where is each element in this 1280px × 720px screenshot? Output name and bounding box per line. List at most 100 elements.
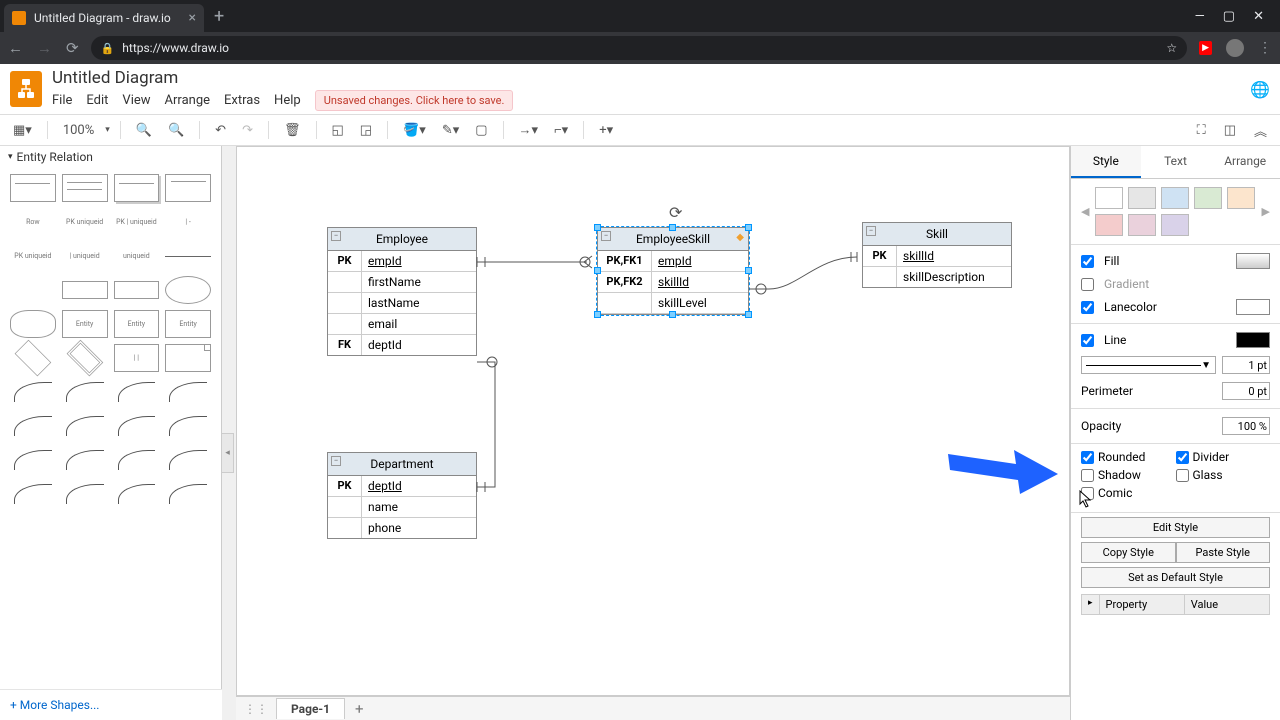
format-panel-icon[interactable]: ◫ xyxy=(1219,118,1241,143)
add-page-button[interactable]: + xyxy=(345,700,374,718)
close-window-icon[interactable]: ✕ xyxy=(1253,9,1264,24)
minimize-icon[interactable]: — xyxy=(1195,9,1205,24)
app-logo-icon[interactable] xyxy=(10,71,42,107)
shape-relation1[interactable] xyxy=(15,340,52,377)
document-title[interactable]: Untitled Diagram xyxy=(52,68,513,88)
page-drag-icon[interactable]: ⋮⋮ xyxy=(236,702,276,716)
shape-table[interactable] xyxy=(10,174,56,202)
color-swatch[interactable] xyxy=(1161,187,1189,209)
profile-avatar[interactable] xyxy=(1226,39,1244,57)
resize-handle[interactable] xyxy=(745,267,752,274)
shape-note[interactable] xyxy=(165,344,211,372)
fullscreen-icon[interactable]: ⛶ xyxy=(1192,118,1211,143)
shape-row5[interactable]: PK uniqueid xyxy=(10,242,56,270)
new-tab-button[interactable]: + xyxy=(214,6,224,27)
collapse-icon[interactable]: − xyxy=(866,226,876,236)
comic-checkbox[interactable] xyxy=(1081,487,1094,500)
shape-empty1[interactable] xyxy=(10,276,56,304)
browser-tab[interactable]: Untitled Diagram - draw.io × xyxy=(4,4,204,32)
menu-edit[interactable]: Edit xyxy=(86,93,108,108)
more-shapes-button[interactable]: + More Shapes... xyxy=(0,689,222,720)
reload-icon[interactable]: ⟳ xyxy=(66,39,79,57)
shape-header-blue[interactable] xyxy=(114,281,160,299)
to-front-icon[interactable]: ◱ xyxy=(327,120,349,141)
shape-conn7[interactable] xyxy=(114,412,160,440)
line-checkbox[interactable] xyxy=(1081,334,1094,347)
url-bar[interactable]: 🔒 https://www.draw.io ☆ xyxy=(91,36,1188,60)
browser-menu-icon[interactable]: ⋮ xyxy=(1258,40,1272,56)
set-default-style-button[interactable]: Set as Default Style xyxy=(1081,567,1270,588)
color-swatch[interactable] xyxy=(1194,187,1222,209)
unsaved-warning[interactable]: Unsaved changes. Click here to save. xyxy=(315,90,514,111)
shape-conn10[interactable] xyxy=(62,446,108,474)
collapse-icon[interactable]: − xyxy=(601,231,611,241)
line-width-input[interactable] xyxy=(1222,356,1270,374)
shape-header[interactable] xyxy=(62,281,108,299)
shape-row6[interactable]: | uniqueid xyxy=(62,242,108,270)
fill-checkbox[interactable] xyxy=(1081,255,1094,268)
resize-handle[interactable] xyxy=(669,224,676,231)
shape-entity1[interactable]: Entity xyxy=(62,310,108,338)
tab-text[interactable]: Text xyxy=(1141,146,1211,178)
resize-handle[interactable] xyxy=(669,311,676,318)
shape-entity3[interactable]: Entity xyxy=(165,310,211,338)
opacity-input[interactable] xyxy=(1222,417,1270,435)
shape-relation2[interactable] xyxy=(66,340,103,377)
shape-table3[interactable] xyxy=(114,174,160,202)
shadow-checkbox[interactable] xyxy=(1081,469,1094,482)
zoom-in-icon[interactable]: 🔍 xyxy=(131,120,157,141)
color-swatch[interactable] xyxy=(1161,214,1189,236)
sidebar-category[interactable]: Entity Relation xyxy=(0,146,221,168)
swatch-next-icon[interactable]: ▶ xyxy=(1262,205,1270,218)
shape-conn14[interactable] xyxy=(62,480,108,508)
resize-handle[interactable] xyxy=(745,224,752,231)
color-swatch[interactable] xyxy=(1095,187,1123,209)
shape-multi[interactable]: | | xyxy=(114,344,160,372)
to-back-icon[interactable]: ◲ xyxy=(355,120,377,141)
page-tab-1[interactable]: Page-1 xyxy=(276,698,345,719)
close-tab-icon[interactable]: × xyxy=(189,10,196,26)
gradient-checkbox[interactable] xyxy=(1081,278,1094,291)
redo-icon[interactable]: ↷ xyxy=(237,120,258,141)
shape-conn4[interactable] xyxy=(165,378,211,406)
lanecolor-checkbox[interactable] xyxy=(1081,301,1094,314)
maximize-icon[interactable]: ▢ xyxy=(1223,9,1235,24)
collapse-icon[interactable]: − xyxy=(331,231,341,241)
delete-icon[interactable]: 🗑 xyxy=(279,120,306,141)
entity-skill[interactable]: −Skill PKskillId skillDescription xyxy=(862,222,1012,288)
shape-row3[interactable]: PK | uniqueid xyxy=(114,208,160,236)
zoom-level[interactable]: 100% xyxy=(58,120,99,141)
edit-style-button[interactable]: Edit Style xyxy=(1081,517,1270,538)
resize-handle[interactable] xyxy=(594,311,601,318)
resize-handle[interactable] xyxy=(594,267,601,274)
rounded-checkbox[interactable] xyxy=(1081,451,1094,464)
language-icon[interactable]: 🌐 xyxy=(1250,80,1270,99)
shape-table4[interactable] xyxy=(165,174,211,202)
menu-extras[interactable]: Extras xyxy=(224,93,260,108)
line-color[interactable] xyxy=(1236,332,1270,348)
shadow-icon[interactable]: ▢ xyxy=(470,120,492,141)
shape-row7[interactable]: uniqueid xyxy=(114,242,160,270)
undo-icon[interactable]: ↶ xyxy=(210,120,231,141)
rotate-handle-icon[interactable]: ⟳ xyxy=(669,203,683,217)
star-icon[interactable]: ☆ xyxy=(1166,41,1177,55)
shape-table2[interactable] xyxy=(62,174,108,202)
line-color-icon[interactable]: ✎▾ xyxy=(437,120,464,141)
back-icon[interactable]: ← xyxy=(8,39,23,57)
shape-row4[interactable]: | - xyxy=(165,208,211,236)
copy-style-button[interactable]: Copy Style xyxy=(1081,542,1176,563)
swatch-prev-icon[interactable]: ◀ xyxy=(1081,205,1089,218)
shape-conn12[interactable] xyxy=(165,446,211,474)
paste-style-button[interactable]: Paste Style xyxy=(1176,542,1271,563)
color-swatch[interactable] xyxy=(1095,214,1123,236)
shape-hline[interactable] xyxy=(165,242,211,270)
tab-arrange[interactable]: Arrange xyxy=(1210,146,1280,178)
shape-conn3[interactable] xyxy=(114,378,160,406)
shape-entity2[interactable]: Entity xyxy=(114,310,160,338)
menu-file[interactable]: File xyxy=(52,93,72,108)
menu-help[interactable]: Help xyxy=(274,93,301,108)
color-swatch[interactable] xyxy=(1227,187,1255,209)
shape-conn16[interactable] xyxy=(165,480,211,508)
shape-conn9[interactable] xyxy=(10,446,56,474)
entity-department[interactable]: −Department PKdeptId name phone xyxy=(327,452,477,539)
